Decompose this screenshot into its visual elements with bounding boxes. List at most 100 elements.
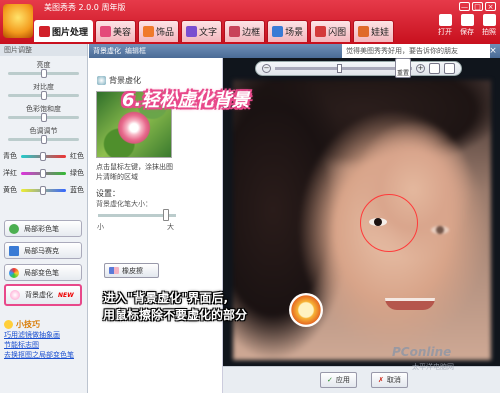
beauty-icon bbox=[100, 26, 112, 37]
decorative-badge bbox=[289, 293, 323, 327]
zoom-slider[interactable] bbox=[336, 64, 342, 73]
watermark: PConline bbox=[392, 345, 452, 359]
cancel-button[interactable]: ✗ 取消 bbox=[371, 372, 408, 388]
slider-knob[interactable] bbox=[41, 91, 47, 100]
color-left-label: 洋红 bbox=[3, 169, 17, 177]
color-knob[interactable] bbox=[40, 152, 46, 161]
slider-group: 亮度对比度色彩饱和度色调调节 bbox=[0, 56, 87, 144]
app-logo bbox=[3, 4, 33, 38]
zoom-in-button[interactable]: + bbox=[416, 64, 425, 73]
camera-button[interactable]: 拍照 bbox=[482, 14, 496, 37]
tool-recolor-brush[interactable]: 局部变色笔 bbox=[4, 264, 82, 281]
panel-title: 背景虚化 bbox=[97, 75, 141, 86]
check-icon: ✓ bbox=[327, 376, 333, 384]
cancel-label: 取消 bbox=[386, 376, 401, 384]
slider-knob[interactable] bbox=[41, 69, 47, 78]
tool-label: 局部马赛克 bbox=[24, 246, 59, 255]
bulb-icon bbox=[4, 320, 13, 329]
fit-window-icon[interactable] bbox=[429, 63, 440, 74]
doll-icon bbox=[358, 26, 370, 37]
sidebar-header: 图片调整 bbox=[0, 44, 87, 56]
tip-link[interactable]: 巧用滤镜做抽象画 bbox=[4, 330, 86, 340]
tips-box: 小技巧 巧用滤镜做抽象画 节能标志图 去换抠图之局部变色笔 bbox=[4, 319, 86, 360]
open-button[interactable]: 打开 bbox=[438, 14, 452, 37]
tip-link[interactable]: 去换抠图之局部变色笔 bbox=[4, 350, 86, 360]
camera-icon bbox=[482, 14, 496, 26]
open-icon bbox=[438, 14, 452, 26]
app-title: 美图秀秀 2.0.0 周年版 bbox=[44, 3, 126, 12]
save-label: 保存 bbox=[460, 28, 474, 36]
tip-link[interactable]: 节能标志图 bbox=[4, 340, 86, 350]
tab-beauty[interactable]: 美容 bbox=[95, 20, 137, 42]
eraser-button[interactable]: 橡皮擦 bbox=[104, 263, 159, 278]
color-balance-slider[interactable]: 青色 红色 bbox=[0, 149, 87, 163]
reset-button[interactable]: 重置 bbox=[395, 58, 411, 78]
adjust-sidebar: 图片调整 亮度对比度色彩饱和度色调调节 青色 红色洋红 绿色黄色 蓝色 局部彩色笔 局… bbox=[0, 44, 88, 393]
color-right-label: 红色 bbox=[70, 152, 84, 160]
panel-description: 点击鼠标左键，涂抹出图片清晰的区域 bbox=[96, 163, 173, 181]
color-balance-slider[interactable]: 黄色 蓝色 bbox=[0, 183, 87, 197]
tab-label: 娃娃 bbox=[371, 28, 390, 38]
image-process-icon bbox=[39, 26, 50, 37]
adjust-slider[interactable]: 亮度 bbox=[0, 61, 87, 78]
slider-knob[interactable] bbox=[41, 113, 47, 122]
tool-label: 背景虚化 bbox=[25, 291, 53, 299]
tab-label: 美容 bbox=[113, 28, 132, 38]
slider-knob[interactable] bbox=[41, 135, 47, 144]
color-knob[interactable] bbox=[40, 186, 46, 195]
color-balance-slider[interactable]: 洋红 绿色 bbox=[0, 166, 87, 180]
step-title: 6.轻松虚化背景 bbox=[122, 90, 250, 111]
background-blur-icon bbox=[10, 290, 20, 300]
tips-title-text: 小技巧 bbox=[16, 320, 40, 329]
image-canvas[interactable]: − + 重置 bbox=[223, 58, 500, 366]
new-badge: NEW bbox=[58, 291, 74, 299]
adjust-slider[interactable]: 色彩饱和度 bbox=[0, 105, 87, 122]
apply-button[interactable]: ✓ 应用 bbox=[320, 372, 357, 388]
right-eye bbox=[431, 226, 449, 234]
maximize-button[interactable]: □ bbox=[472, 2, 483, 11]
settings-label: 设置： bbox=[96, 189, 120, 198]
tool-background-blur[interactable]: 背景虚化 NEW bbox=[4, 284, 82, 306]
tab-image-process[interactable]: 图片处理 bbox=[34, 20, 94, 42]
dialog-close-button[interactable]: × bbox=[488, 46, 498, 56]
frame-icon bbox=[229, 26, 241, 37]
color-slider-group: 青色 红色洋红 绿色黄色 蓝色 bbox=[0, 149, 87, 197]
adjust-slider[interactable]: 对比度 bbox=[0, 83, 87, 100]
dialog-title: 背景虚化 bbox=[93, 47, 121, 55]
brush-cursor bbox=[360, 194, 418, 252]
caption-line-1: 进入"背景虚化"界面后, bbox=[103, 291, 229, 305]
tab-text[interactable]: 文字 bbox=[181, 20, 223, 42]
open-label: 打开 bbox=[438, 28, 452, 36]
actual-size-icon[interactable] bbox=[444, 63, 455, 74]
brush-size-min: 小 bbox=[97, 223, 104, 231]
save-button[interactable]: 保存 bbox=[460, 14, 474, 37]
color-left-label: 黄色 bbox=[3, 186, 17, 194]
tab-scene[interactable]: 场景 bbox=[267, 20, 309, 42]
tab-flash[interactable]: 闪图 bbox=[310, 20, 352, 42]
brush-size-slider[interactable] bbox=[162, 209, 169, 221]
tab-frame[interactable]: 边框 bbox=[224, 20, 266, 42]
color-knob[interactable] bbox=[40, 169, 46, 178]
tab-doll[interactable]: 娃娃 bbox=[353, 20, 395, 42]
eraser-label: 橡皮擦 bbox=[122, 266, 143, 275]
panel-title-text: 背景虚化 bbox=[109, 76, 141, 85]
tab-label: 图片处理 bbox=[52, 28, 89, 38]
mosaic-icon bbox=[9, 245, 19, 256]
close-button[interactable]: × bbox=[485, 2, 496, 11]
apply-label: 应用 bbox=[335, 376, 350, 384]
tab-label: 饰品 bbox=[156, 28, 175, 38]
minimize-button[interactable]: — bbox=[459, 2, 470, 11]
tool-mosaic[interactable]: 局部马赛克 bbox=[4, 242, 82, 259]
adjust-slider[interactable]: 色调调节 bbox=[0, 127, 87, 144]
watermark-sub: 太平洋电脑网 bbox=[412, 363, 454, 371]
tab-label: 边框 bbox=[242, 28, 261, 38]
scene-icon bbox=[272, 26, 284, 37]
accessory-icon bbox=[143, 26, 155, 37]
zoom-out-button[interactable]: − bbox=[262, 64, 271, 73]
tab-accessory[interactable]: 饰品 bbox=[138, 20, 180, 42]
caption: 进入"背景虚化"界面后, 用鼠标擦除不要虚化的部分 bbox=[103, 290, 247, 324]
tool-label: 局部彩色笔 bbox=[24, 224, 59, 233]
zoom-track[interactable] bbox=[275, 64, 412, 73]
dialog-footer: ✓ 应用 ✗ 取消 bbox=[223, 366, 500, 393]
tool-color-brush[interactable]: 局部彩色笔 bbox=[4, 220, 82, 237]
